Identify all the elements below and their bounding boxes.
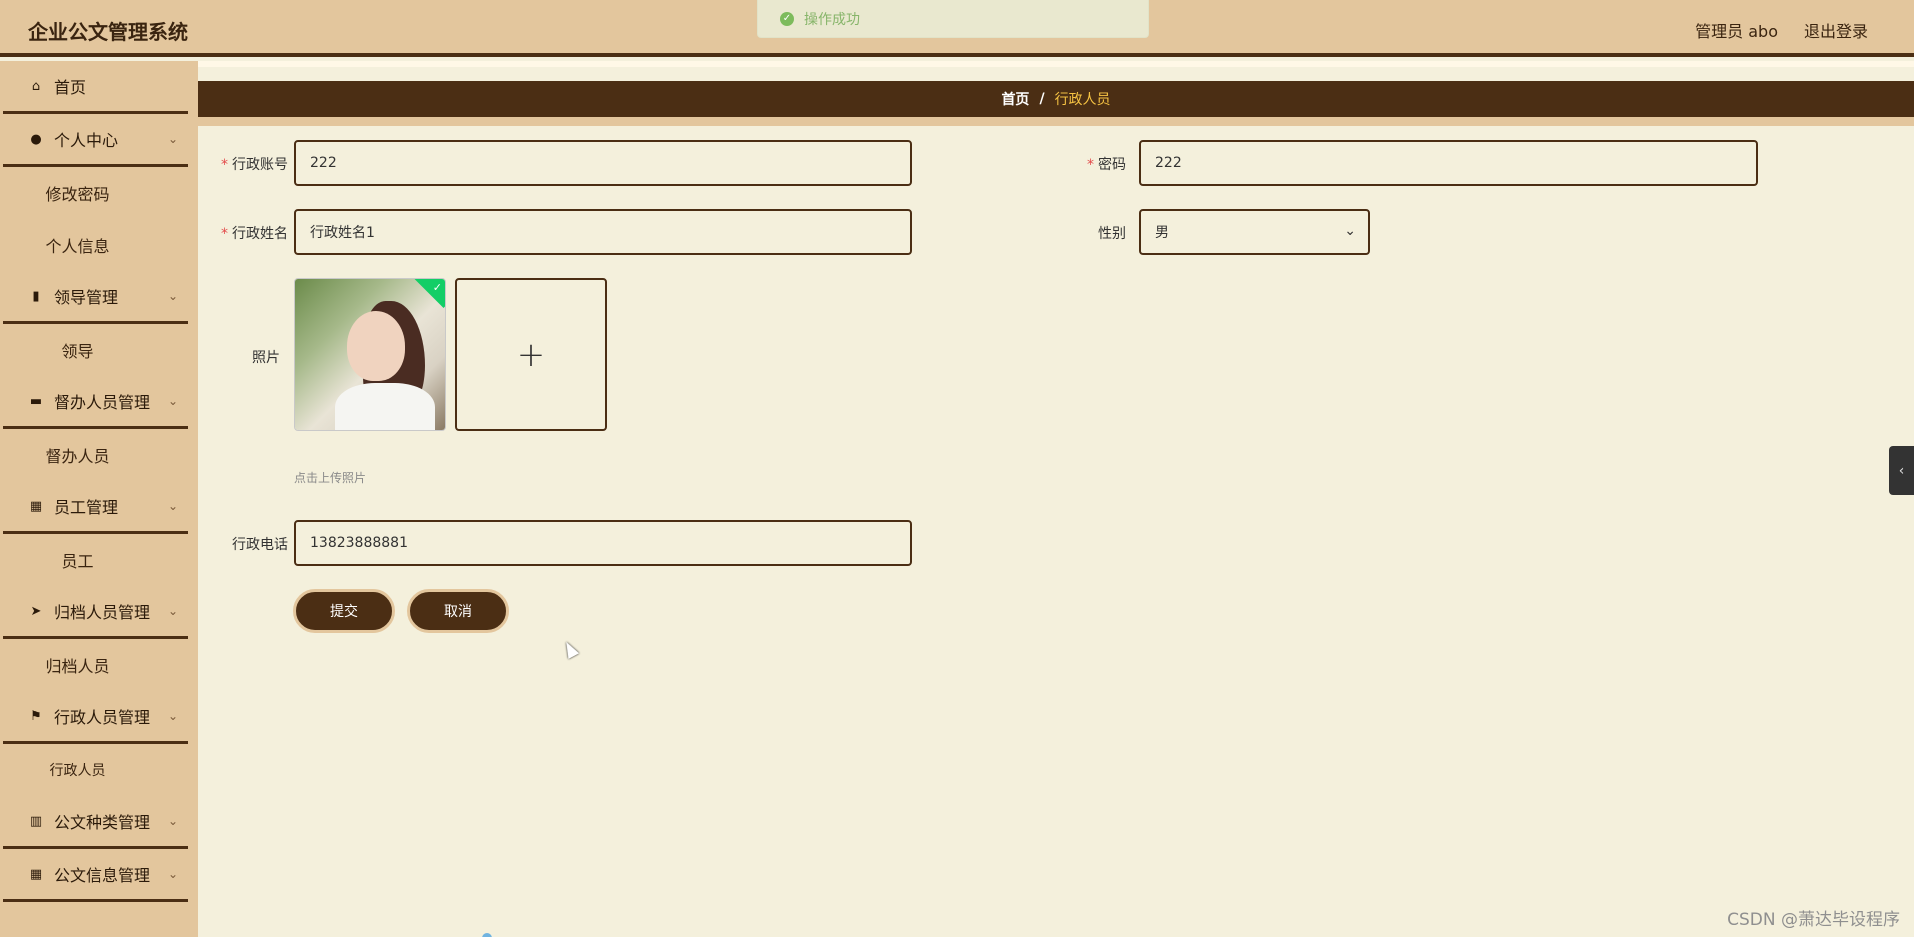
logout-link[interactable]: 退出登录 xyxy=(1804,18,1868,42)
sidebar-item-leader-management[interactable]: ▮ 领导管理 ⌄ xyxy=(3,271,188,324)
phone-input[interactable]: 13823888881 xyxy=(294,520,912,566)
home-icon: ⌂ xyxy=(31,78,41,94)
upload-hint: 点击上传照片 xyxy=(294,471,367,485)
sidebar-item-employee-management[interactable]: ▦ 员工管理 ⌄ xyxy=(3,481,188,534)
sidebar-item-doc-type-management[interactable]: ▥ 公文种类管理 ⌄ xyxy=(3,796,188,849)
grid-icon: ▦ xyxy=(29,498,43,514)
name-label-text: 行政姓名 xyxy=(232,226,288,242)
required-mark: * xyxy=(221,226,228,242)
account-label-text: 行政账号 xyxy=(232,157,288,173)
sidebar: ⌂ 首页 ● 个人中心 ⌄ 修改密码 个人信息 ▮ 领导管理 ⌄ 领导 ▬ 督办… xyxy=(0,61,198,937)
header-user-area: 管理员 abo 退出登录 xyxy=(1695,18,1868,42)
photo-face xyxy=(347,311,405,381)
chevron-down-icon: ⌄ xyxy=(167,867,178,881)
sidebar-item-label: 首页 xyxy=(54,78,87,97)
phone-label: 行政电话 xyxy=(232,537,288,553)
sidebar-subitem-supervisor[interactable]: 督办人员 xyxy=(0,429,155,481)
sidebar-item-personal-center[interactable]: ● 个人中心 ⌄ xyxy=(3,114,188,167)
sidebar-item-label: 归档人员管理 xyxy=(54,603,151,622)
sidebar-subitem-personal-info[interactable]: 个人信息 xyxy=(0,219,155,271)
uploaded-photo-thumbnail[interactable]: ✓ xyxy=(294,278,446,431)
book-icon: ▮ xyxy=(32,288,40,304)
required-mark: * xyxy=(1087,157,1094,173)
chevron-down-icon: ⌄ xyxy=(167,709,178,723)
account-input[interactable]: 222 xyxy=(294,140,912,186)
name-input-value: 行政姓名1 xyxy=(310,225,375,241)
success-toast: ✓ 操作成功 xyxy=(757,0,1149,38)
watermark: CSDN @萧达毕设程序 xyxy=(1727,910,1900,930)
main-content: 首页 / 行政人员 * 行政账号 222 * 密码 222 * 行政姓名 行政姓名1 … xyxy=(198,61,1914,937)
sidebar-subitem-change-password[interactable]: 修改密码 xyxy=(0,167,155,219)
grid-icon: ▦ xyxy=(29,866,43,882)
briefcase-icon: ▬ xyxy=(29,393,43,409)
photo-label: 照片 xyxy=(252,350,280,366)
loading-dot xyxy=(482,933,492,937)
password-input-value: 222 xyxy=(1155,155,1182,171)
collapse-panel-toggle[interactable]: ‹ xyxy=(1889,446,1914,495)
flag-icon: ⚑ xyxy=(30,708,42,724)
sidebar-item-label: 员工管理 xyxy=(54,498,119,517)
sidebar-item-admin-staff-management[interactable]: ⚑ 行政人员管理 ⌄ xyxy=(3,691,188,744)
sidebar-item-archivist-management[interactable]: ➤ 归档人员管理 ⌄ xyxy=(3,586,188,639)
phone-input-value: 13823888881 xyxy=(310,535,408,551)
success-check-icon: ✓ xyxy=(780,11,794,26)
plus-icon: + xyxy=(516,334,546,375)
chevron-down-icon: ⌄ xyxy=(167,604,178,618)
breadcrumb: 首页 / 行政人员 xyxy=(198,81,1914,117)
toast-message: 操作成功 xyxy=(804,11,860,28)
required-mark: * xyxy=(221,157,228,173)
chevron-down-icon: ⌄ xyxy=(167,289,178,303)
sidebar-item-supervisor-management[interactable]: ▬ 督办人员管理 ⌄ xyxy=(3,376,188,429)
sidebar-item-label: 公文种类管理 xyxy=(54,813,151,832)
sidebar-item-doc-info-management[interactable]: ▦ 公文信息管理 ⌄ xyxy=(3,849,188,902)
name-input[interactable]: 行政姓名1 xyxy=(294,209,912,255)
account-input-value: 222 xyxy=(310,155,337,171)
sidebar-item-home[interactable]: ⌂ 首页 xyxy=(3,61,188,114)
bar-chart-icon: ▥ xyxy=(29,813,43,829)
name-label: * 行政姓名 xyxy=(212,223,288,243)
photo-shoulder xyxy=(335,383,435,430)
breadcrumb-current: 行政人员 xyxy=(1054,92,1111,108)
gender-select[interactable]: 男 ⌄ xyxy=(1139,209,1370,255)
chevron-left-icon: ‹ xyxy=(1898,462,1905,479)
sidebar-item-label: 公文信息管理 xyxy=(54,866,151,885)
chevron-down-icon: ⌄ xyxy=(167,814,178,828)
paper-plane-icon: ➤ xyxy=(30,603,42,619)
sidebar-subitem-admin-staff[interactable]: 行政人员 xyxy=(0,744,155,796)
sidebar-item-label: 领导管理 xyxy=(54,288,119,307)
chevron-down-icon: ⌄ xyxy=(167,394,178,408)
submit-button[interactable]: 提交 xyxy=(293,589,395,633)
gender-label: 性别 xyxy=(1098,226,1126,242)
check-icon: ✓ xyxy=(432,281,442,294)
breadcrumb-underline xyxy=(198,117,1914,126)
gender-select-value: 男 xyxy=(1155,225,1169,241)
password-label-text: 密码 xyxy=(1098,157,1126,173)
password-input[interactable]: 222 xyxy=(1139,140,1758,186)
password-label: * 密码 xyxy=(1074,154,1126,174)
tab-strip xyxy=(198,61,1914,67)
current-user-label[interactable]: 管理员 abo xyxy=(1695,18,1778,42)
account-label: * 行政账号 xyxy=(212,154,288,174)
chevron-down-icon: ⌄ xyxy=(1344,223,1356,239)
chevron-down-icon: ⌄ xyxy=(167,499,178,513)
cancel-button[interactable]: 取消 xyxy=(407,589,509,633)
sidebar-item-label: 行政人员管理 xyxy=(54,708,151,727)
chevron-down-icon: ⌄ xyxy=(167,132,178,146)
app-title: 企业公文管理系统 xyxy=(28,20,188,44)
user-icon: ● xyxy=(30,131,42,147)
sidebar-subitem-leader[interactable]: 领导 xyxy=(0,324,155,376)
sidebar-item-label: 督办人员管理 xyxy=(54,393,151,412)
breadcrumb-home[interactable]: 首页 xyxy=(1001,89,1029,109)
breadcrumb-separator: / xyxy=(1039,91,1045,107)
upload-add-button[interactable]: + xyxy=(455,278,607,431)
sidebar-subitem-archivist[interactable]: 归档人员 xyxy=(0,639,155,691)
sidebar-subitem-employee[interactable]: 员工 xyxy=(0,534,155,586)
sidebar-item-label: 个人中心 xyxy=(54,131,119,150)
